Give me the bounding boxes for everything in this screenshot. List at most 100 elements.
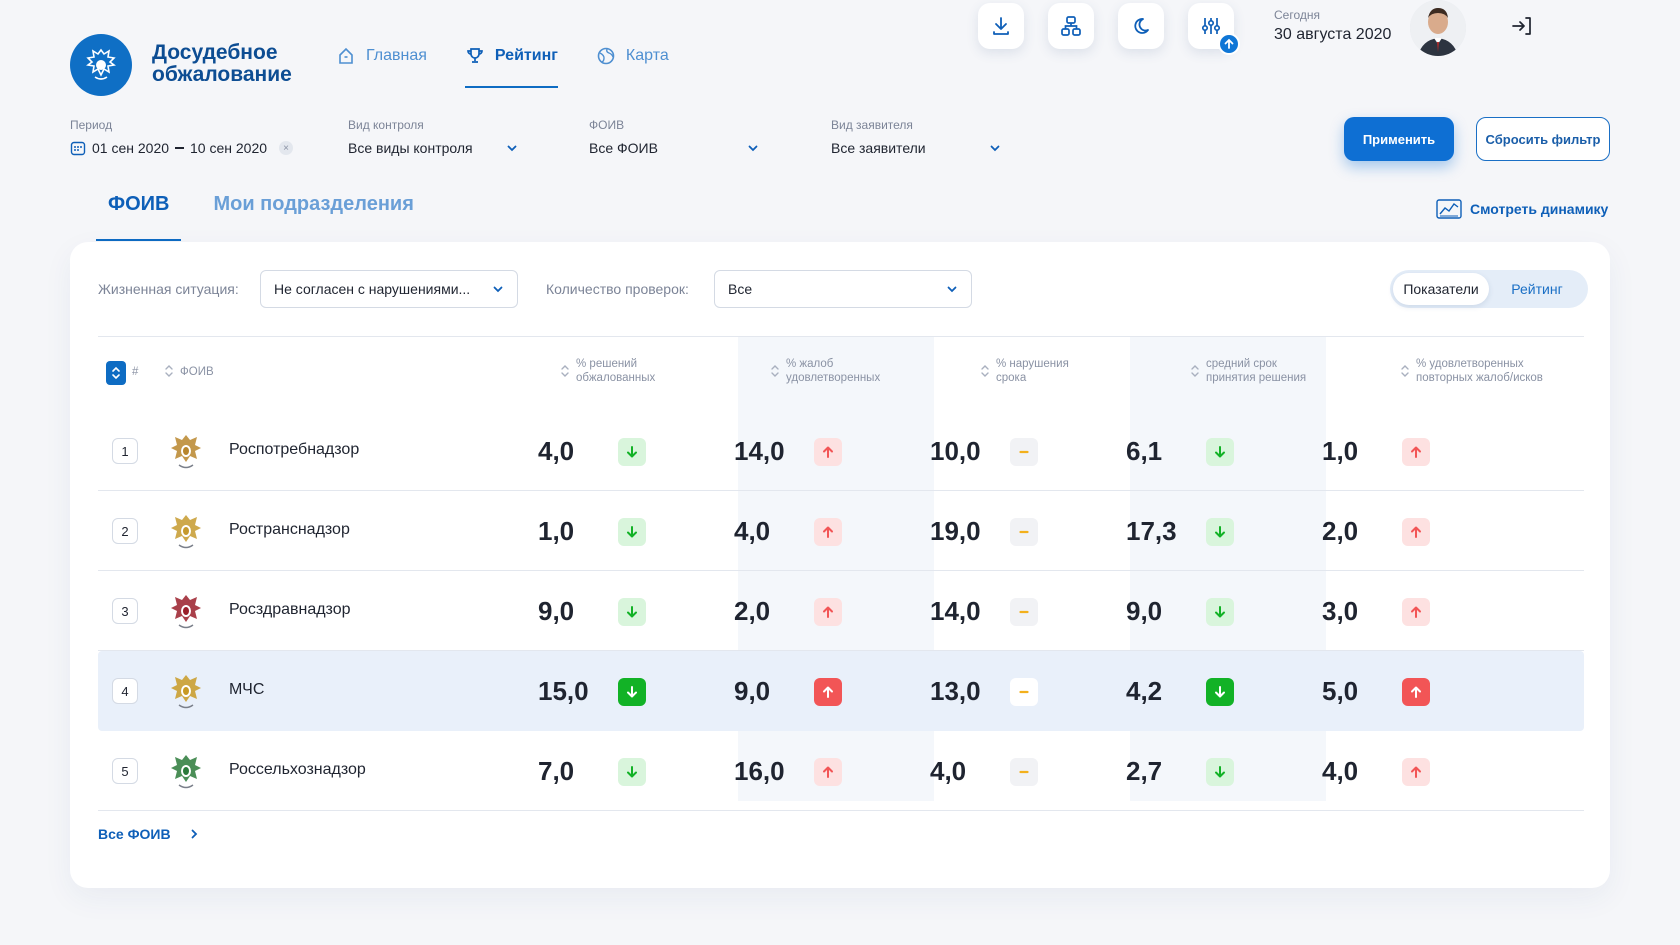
agency-name: Роспотребнадзор: [229, 441, 360, 458]
header-m3[interactable]: % нарушения срока: [980, 357, 1069, 385]
trend-down-icon: [618, 437, 646, 466]
today-label: Сегодня: [1274, 8, 1320, 22]
foiv-filter[interactable]: ФОИВ Все ФОИВ: [589, 118, 759, 156]
control-value: Все виды контроля: [348, 140, 473, 156]
header-m2[interactable]: % жалоб удовлетворенных: [770, 357, 880, 385]
table-row[interactable]: 3 Росздравнадзор 9,0 2,0 14,0 9,0 3,0: [98, 571, 1584, 651]
chevron-down-icon: [507, 145, 517, 152]
trend-flat-icon: [1010, 517, 1038, 546]
metric-value: 6,1: [1126, 436, 1163, 466]
rank-badge: 2: [112, 518, 138, 544]
table-row[interactable]: 5 Россельхознадзор 7,0 16,0 4,0 2,7 4,0: [98, 731, 1584, 811]
toggle-rating[interactable]: Рейтинг: [1489, 273, 1585, 305]
metric-cell: 2,7: [1126, 756, 1234, 787]
control-select[interactable]: Все виды контроля: [348, 140, 518, 156]
tab-foiv[interactable]: ФОИВ: [96, 193, 182, 241]
download-icon: [993, 17, 1009, 35]
header-m3-label: % нарушения срока: [996, 358, 1069, 384]
nav-map[interactable]: Карта: [596, 40, 669, 72]
header-name-label: ФОИВ: [180, 366, 214, 378]
period-dash: [175, 147, 185, 149]
main-nav: Главная Рейтинг Карта: [336, 40, 669, 90]
view-dynamics-link[interactable]: Смотреть динамику: [1436, 198, 1608, 220]
header-m1[interactable]: % решений обжалованных: [560, 357, 655, 385]
apply-button[interactable]: Применить: [1344, 117, 1454, 161]
header-m5[interactable]: % удовлетворенных повторных жалоб/исков: [1400, 357, 1543, 385]
upload-badge: [1218, 33, 1240, 55]
sort-icon: [771, 365, 779, 377]
metric-value: 14,0: [734, 436, 785, 466]
rank-badge: 5: [112, 758, 138, 784]
trend-flat-icon: [1010, 677, 1038, 706]
foiv-select[interactable]: Все ФОИВ: [589, 140, 759, 156]
view-dynamics-label: Смотреть динамику: [1470, 201, 1609, 217]
metric-value: 17,3: [1126, 516, 1177, 546]
nav-rating[interactable]: Рейтинг: [464, 40, 558, 88]
user-photo-icon: [1410, 0, 1466, 56]
life-situation-value: Не согласен с нарушениями...: [274, 281, 471, 297]
life-situation-select[interactable]: Не согласен с нарушениями...: [260, 270, 518, 308]
reset-filter-button[interactable]: Сбросить фильтр: [1476, 117, 1610, 161]
dark-mode-button[interactable]: [1118, 3, 1164, 49]
trend-flat-icon: [1010, 597, 1038, 626]
trend-up-icon: [814, 437, 842, 466]
trend-down-icon: [618, 517, 646, 546]
clear-period-icon[interactable]: ×: [279, 141, 294, 155]
agency-emblem-icon: [171, 755, 201, 789]
metric-cell: 9,0: [1126, 596, 1234, 627]
toggle-indicators[interactable]: Показатели: [1393, 273, 1489, 305]
metric-cell: 2,0: [734, 596, 842, 627]
trend-down-icon: [618, 677, 646, 706]
avatar[interactable]: [1410, 0, 1466, 56]
trend-up-icon: [1402, 437, 1430, 466]
structure-button[interactable]: [1048, 3, 1094, 49]
metric-value: 4,0: [538, 436, 575, 466]
metric-cell: 9,0: [538, 596, 646, 627]
metric-cell: 10,0: [930, 436, 1038, 467]
metric-cell: 17,3: [1126, 516, 1234, 547]
nav-home[interactable]: Главная: [336, 40, 427, 72]
logo[interactable]: [70, 34, 132, 96]
agency-name: МЧС: [229, 681, 265, 698]
trend-flat-icon: [1010, 437, 1038, 466]
metric-value: 14,0: [930, 596, 981, 626]
brand-line-1: Досудебное: [152, 41, 278, 64]
foiv-label: ФОИВ: [589, 118, 625, 132]
agency-emblem-icon: [171, 595, 201, 629]
settings-button[interactable]: [1188, 3, 1240, 55]
rating-card: Жизненная ситуация: Не согласен с наруше…: [70, 242, 1610, 888]
trophy-icon: [467, 48, 483, 63]
checks-count-select[interactable]: Все: [714, 270, 972, 308]
logout-button[interactable]: [1510, 14, 1534, 38]
period-value[interactable]: 01 сен 2020 10 сен 2020 ×: [70, 140, 294, 156]
applicant-filter[interactable]: Вид заявителя Все заявители: [831, 118, 1001, 156]
home-icon: [339, 47, 353, 64]
rank-badge: 1: [112, 438, 138, 464]
header-rank[interactable]: #: [106, 357, 138, 385]
table-header: # ФОИВ % решений обжалованных % жалоб удов…: [98, 337, 1584, 411]
header-m4[interactable]: средний срок принятия решения: [1190, 357, 1306, 385]
metric-cell: 1,0: [1322, 436, 1430, 467]
download-button[interactable]: [978, 3, 1024, 49]
period-label: Период: [70, 118, 113, 132]
line-chart-icon: [1436, 199, 1462, 219]
chevron-down-icon: [493, 286, 503, 293]
trend-up-icon: [814, 757, 842, 786]
table-row[interactable]: 4 МЧС 15,0 9,0 13,0 4,2 5,0: [98, 651, 1584, 731]
metric-cell: 4,0: [1322, 756, 1430, 787]
applicant-value: Все заявители: [831, 140, 926, 156]
metric-cell: 7,0: [538, 756, 646, 787]
all-foiv-link[interactable]: Все ФОИВ: [98, 826, 199, 842]
period-filter[interactable]: Период 01 сен 2020 10 сен 2020 ×: [70, 118, 294, 156]
table-row[interactable]: 1 Роспотребнадзор 4,0 14,0 10,0 6,1 1,0: [98, 411, 1584, 491]
metric-value: 15,0: [538, 676, 589, 706]
control-filter[interactable]: Вид контроля Все виды контроля: [348, 118, 518, 156]
globe-icon: [597, 47, 615, 65]
trend-down-icon: [1206, 597, 1234, 626]
applicant-select[interactable]: Все заявители: [831, 140, 1001, 156]
metric-value: 9,0: [734, 676, 771, 706]
tab-my-divisions[interactable]: Мои подразделения: [201, 193, 425, 241]
chevron-right-icon: [191, 829, 197, 839]
header-name[interactable]: ФОИВ: [164, 357, 214, 379]
table-row[interactable]: 2 Ространснадзор 1,0 4,0 19,0 17,3 2,0: [98, 491, 1584, 571]
